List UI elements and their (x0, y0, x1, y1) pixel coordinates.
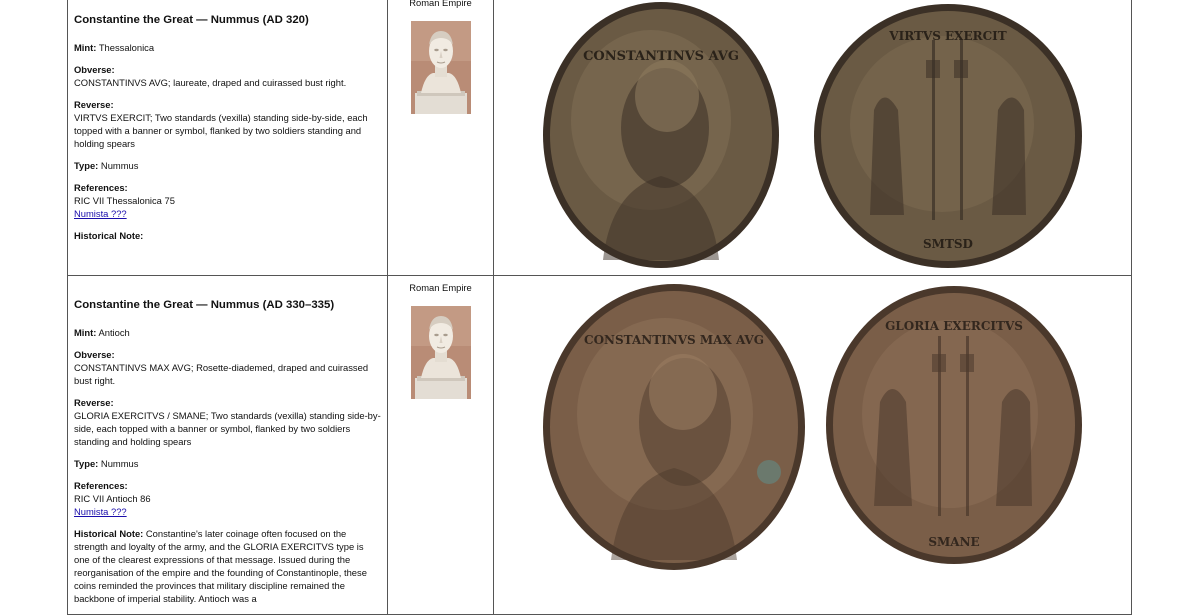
references-label: References: (74, 480, 128, 491)
obverse-field: Obverse: CONSTANTINVS AVG; laureate, drap… (74, 63, 381, 89)
numista-link[interactable]: Numista ??? (74, 506, 127, 517)
numista-link[interactable]: Numista ??? (74, 208, 127, 219)
mint-field: Mint: Antioch (74, 326, 381, 339)
coin-exergue: SMTSD (923, 237, 973, 251)
historical-note-field: Historical Note: Constantine's later coi… (74, 527, 381, 605)
coin-title: Constantine the Great — Nummus (AD 330–3… (74, 299, 335, 311)
mint-label: Mint: (74, 327, 97, 338)
historical-note-text: Constantine's later coinage often focuse… (74, 528, 367, 604)
type-label: Type: (74, 458, 99, 469)
historical-note-field: Historical Note: (74, 229, 381, 242)
reference-value: RIC VII Antioch 86 (74, 493, 151, 504)
obverse-label: Obverse: (74, 64, 115, 75)
reverse-field: Reverse: VIRTVS EXERCIT; Two standards (v… (74, 98, 381, 150)
coin-reverse-image[interactable]: VIRTVS EXERCIT SMTSD (812, 0, 1084, 272)
reverse-label: Reverse: (74, 99, 114, 110)
coin-catalog-page: Constantine the Great — Nummus (AD 320) … (0, 0, 1200, 615)
type-value: Nummus (100, 160, 139, 171)
coin-images-cell: CONSTANTINVS AVG VIRTVS EXERCIT SMTSD (493, 0, 1132, 276)
coin-reverse-image[interactable]: GLORIA EXERCITVS SMANE (824, 284, 1084, 566)
type-label: Type: (74, 160, 99, 171)
coin-description-cell: Constantine the Great — Nummus (AD 320) … (67, 0, 388, 276)
coin-legend: GLORIA EXERCITVS (885, 319, 1023, 333)
coin-description-cell: Constantine the Great — Nummus (AD 330–3… (67, 275, 388, 615)
table-row: Constantine the Great — Nummus (AD 330–3… (67, 275, 1132, 615)
obverse-label: Obverse: (74, 349, 115, 360)
coin-title: Constantine the Great — Nummus (AD 320) (74, 14, 309, 26)
obverse-value: CONSTANTINVS MAX AVG; Rosette-diademed, … (74, 362, 369, 386)
table-row: Constantine the Great — Nummus (AD 320) … (67, 0, 1132, 276)
empire-cell: Roman Empire (387, 0, 494, 276)
coin-catalog-table: Constantine the Great — Nummus (AD 320) … (67, 0, 1132, 615)
historical-note-label: Historical Note: (74, 230, 144, 241)
references-field: References: RIC VII Thessalonica 75 Numist… (74, 181, 381, 220)
historical-note-label: Historical Note: (74, 528, 144, 539)
mint-label: Mint: (74, 42, 97, 53)
references-field: References: RIC VII Antioch 86 Numista ??? (74, 479, 381, 518)
coin-obverse-image[interactable]: CONSTANTINVS MAX AVG (541, 282, 807, 572)
reverse-value: VIRTVS EXERCIT; Two standards (vexilla) … (74, 112, 368, 149)
references-label: References: (74, 182, 128, 193)
reverse-field: Reverse: GLORIA EXERCITVS / SMANE; Two st… (74, 396, 381, 448)
coin-exergue: SMANE (928, 535, 979, 549)
coin-legend: VIRTVS EXERCIT (888, 29, 1007, 43)
coin-legend: CONSTANTINVS AVG (583, 49, 739, 64)
marble-bust-portrait-icon[interactable] (410, 306, 471, 399)
marble-bust-portrait-icon[interactable] (410, 21, 471, 114)
reverse-label: Reverse: (74, 397, 114, 408)
mint-field: Mint: Thessalonica (74, 41, 381, 54)
coin-legend: CONSTANTINVS MAX AVG (584, 333, 764, 347)
empire-label: Roman Empire (409, 282, 472, 293)
type-field: Type: Nummus (74, 159, 381, 172)
coin-images-cell: CONSTANTINVS MAX AVG GLORIA EXERCITVS SM… (493, 275, 1132, 615)
type-value: Nummus (100, 458, 139, 469)
obverse-value: CONSTANTINVS AVG; laureate, draped and c… (74, 77, 347, 88)
reference-value: RIC VII Thessalonica 75 (74, 195, 175, 206)
empire-cell: Roman Empire (387, 275, 494, 615)
reverse-value: GLORIA EXERCITVS / SMANE; Two standards … (74, 410, 381, 447)
coin-obverse-image[interactable]: CONSTANTINVS AVG (541, 0, 781, 270)
mint-value: Thessalonica (98, 42, 155, 53)
empire-label: Roman Empire (409, 0, 472, 8)
mint-value: Antioch (98, 327, 130, 338)
obverse-field: Obverse: CONSTANTINVS MAX AVG; Rosette-di… (74, 348, 381, 387)
type-field: Type: Nummus (74, 457, 381, 470)
